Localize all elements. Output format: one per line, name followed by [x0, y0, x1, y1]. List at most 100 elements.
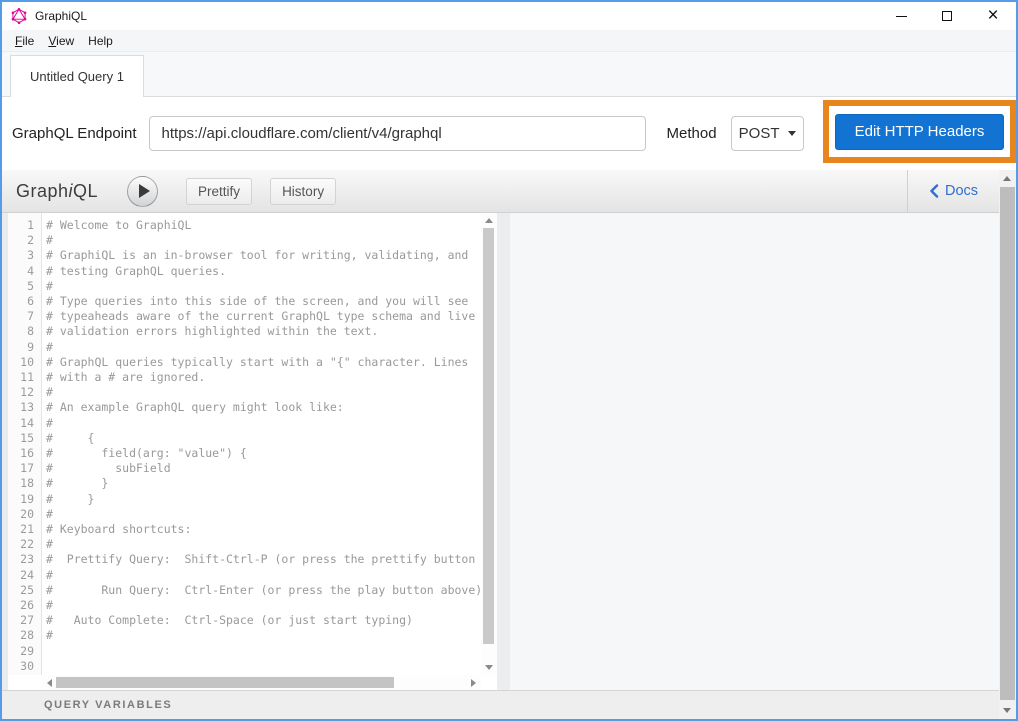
execute-query-button[interactable] — [127, 176, 158, 207]
code-line: # — [46, 628, 481, 643]
docs-toggle[interactable]: Docs — [907, 170, 999, 212]
menu-view[interactable]: View — [41, 32, 81, 50]
horizontal-scroll-thumb[interactable] — [56, 677, 394, 688]
scroll-up-arrow-icon[interactable] — [485, 218, 493, 223]
window-scroll-thumb[interactable] — [1000, 187, 1015, 700]
line-number: 26 — [8, 598, 41, 613]
line-number: 22 — [8, 537, 41, 552]
method-dropdown[interactable]: POST — [731, 116, 804, 151]
graphql-logo-icon — [11, 8, 27, 24]
code-line: # Keyboard shortcuts: — [46, 522, 481, 537]
line-number: 20 — [8, 507, 41, 522]
method-value: POST — [739, 125, 780, 142]
window-title: GraphiQL — [35, 9, 87, 23]
code-line: # — [46, 233, 481, 248]
query-editor-pane: 1234567891011121314151617181920212223242… — [8, 213, 497, 690]
code-line: # — [46, 279, 481, 294]
endpoint-bar: GraphQL Endpoint Method POST Edit HTTP H… — [2, 97, 1016, 170]
scroll-up-arrow-icon[interactable] — [1003, 176, 1011, 181]
menu-file[interactable]: File — [8, 32, 41, 50]
line-number: 13 — [8, 400, 41, 415]
line-number: 3 — [8, 248, 41, 263]
docs-label: Docs — [945, 183, 978, 199]
annotation-highlight-box: Edit HTTP Headers — [823, 100, 1016, 163]
tab-bar: Untitled Query 1 — [2, 52, 1016, 97]
method-label: Method — [667, 125, 717, 142]
code-line: # Run Query: Ctrl-Enter (or press the pl… — [46, 583, 481, 598]
code-line: # with a # are ignored. — [46, 370, 481, 385]
line-number: 29 — [8, 644, 41, 659]
code-line: # validation errors highlighted within t… — [46, 324, 481, 339]
editor-horizontal-scrollbar[interactable] — [42, 675, 481, 690]
code-line: # } — [46, 476, 481, 491]
line-number: 1 — [8, 218, 41, 233]
code-line: # GraphiQL is an in-browser tool for wri… — [46, 248, 481, 263]
pane-divider[interactable] — [497, 213, 510, 690]
code-line: # — [46, 385, 481, 400]
edit-http-headers-button[interactable]: Edit HTTP Headers — [835, 114, 1004, 150]
code-line: # field(arg: "value") { — [46, 446, 481, 461]
vertical-scroll-thumb[interactable] — [483, 228, 494, 644]
close-button[interactable]: × — [970, 2, 1016, 30]
code-line: # — [46, 568, 481, 583]
minimize-button[interactable] — [878, 2, 924, 30]
query-editor[interactable]: # Welcome to GraphiQL## GraphiQL is an i… — [46, 213, 481, 675]
scroll-right-arrow-icon[interactable] — [471, 679, 476, 687]
line-number: 12 — [8, 385, 41, 400]
editor-vertical-scrollbar[interactable] — [481, 213, 497, 675]
code-line: # testing GraphQL queries. — [46, 264, 481, 279]
menu-help[interactable]: Help — [81, 32, 120, 50]
line-number: 10 — [8, 355, 41, 370]
menu-bar: File View Help — [2, 30, 1016, 52]
line-number: 16 — [8, 446, 41, 461]
line-number: 23 — [8, 552, 41, 567]
result-pane — [510, 213, 1016, 690]
code-line: # Welcome to GraphiQL — [46, 218, 481, 233]
line-number: 19 — [8, 492, 41, 507]
minimize-icon — [896, 16, 907, 17]
maximize-icon — [942, 11, 952, 21]
scroll-down-arrow-icon[interactable] — [485, 665, 493, 670]
code-line: # } — [46, 492, 481, 507]
line-number: 21 — [8, 522, 41, 537]
play-icon — [139, 184, 150, 198]
close-icon: × — [987, 11, 998, 21]
line-number: 9 — [8, 340, 41, 355]
chevron-left-icon — [929, 184, 939, 198]
code-line: # { — [46, 431, 481, 446]
scroll-left-arrow-icon[interactable] — [47, 679, 52, 687]
line-number: 7 — [8, 309, 41, 324]
line-number: 8 — [8, 324, 41, 339]
code-line — [46, 659, 481, 674]
code-line: # — [46, 598, 481, 613]
code-line: # — [46, 537, 481, 552]
line-number: 14 — [8, 416, 41, 431]
line-number: 17 — [8, 461, 41, 476]
code-line: # GraphQL queries typically start with a… — [46, 355, 481, 370]
history-button[interactable]: History — [270, 178, 336, 205]
line-number: 4 — [8, 264, 41, 279]
code-line: # — [46, 507, 481, 522]
code-line: # — [46, 416, 481, 431]
code-line: # An example GraphQL query might look li… — [46, 400, 481, 415]
maximize-button[interactable] — [924, 2, 970, 30]
title-bar: GraphiQL × — [2, 2, 1016, 30]
endpoint-input[interactable] — [149, 116, 646, 151]
line-number: 2 — [8, 233, 41, 248]
scroll-down-arrow-icon[interactable] — [1003, 708, 1011, 713]
graphiql-logo-text: GraphiQL — [16, 181, 98, 202]
line-number: 15 — [8, 431, 41, 446]
code-line: # typeaheads aware of the current GraphQ… — [46, 309, 481, 324]
code-line: # Auto Complete: Ctrl-Space (or just sta… — [46, 613, 481, 628]
code-line — [46, 644, 481, 659]
prettify-button[interactable]: Prettify — [186, 178, 252, 205]
app-window: GraphiQL × File View Help Untitled Query… — [0, 0, 1018, 721]
line-number: 27 — [8, 613, 41, 628]
window-vertical-scrollbar[interactable] — [999, 170, 1016, 719]
tab-untitled-query[interactable]: Untitled Query 1 — [10, 55, 144, 97]
line-number: 11 — [8, 370, 41, 385]
query-variables-bar[interactable]: QUERY VARIABLES — [2, 690, 1016, 719]
endpoint-label: GraphQL Endpoint — [12, 125, 137, 142]
query-variables-title: QUERY VARIABLES — [44, 699, 172, 711]
line-number: 24 — [8, 568, 41, 583]
